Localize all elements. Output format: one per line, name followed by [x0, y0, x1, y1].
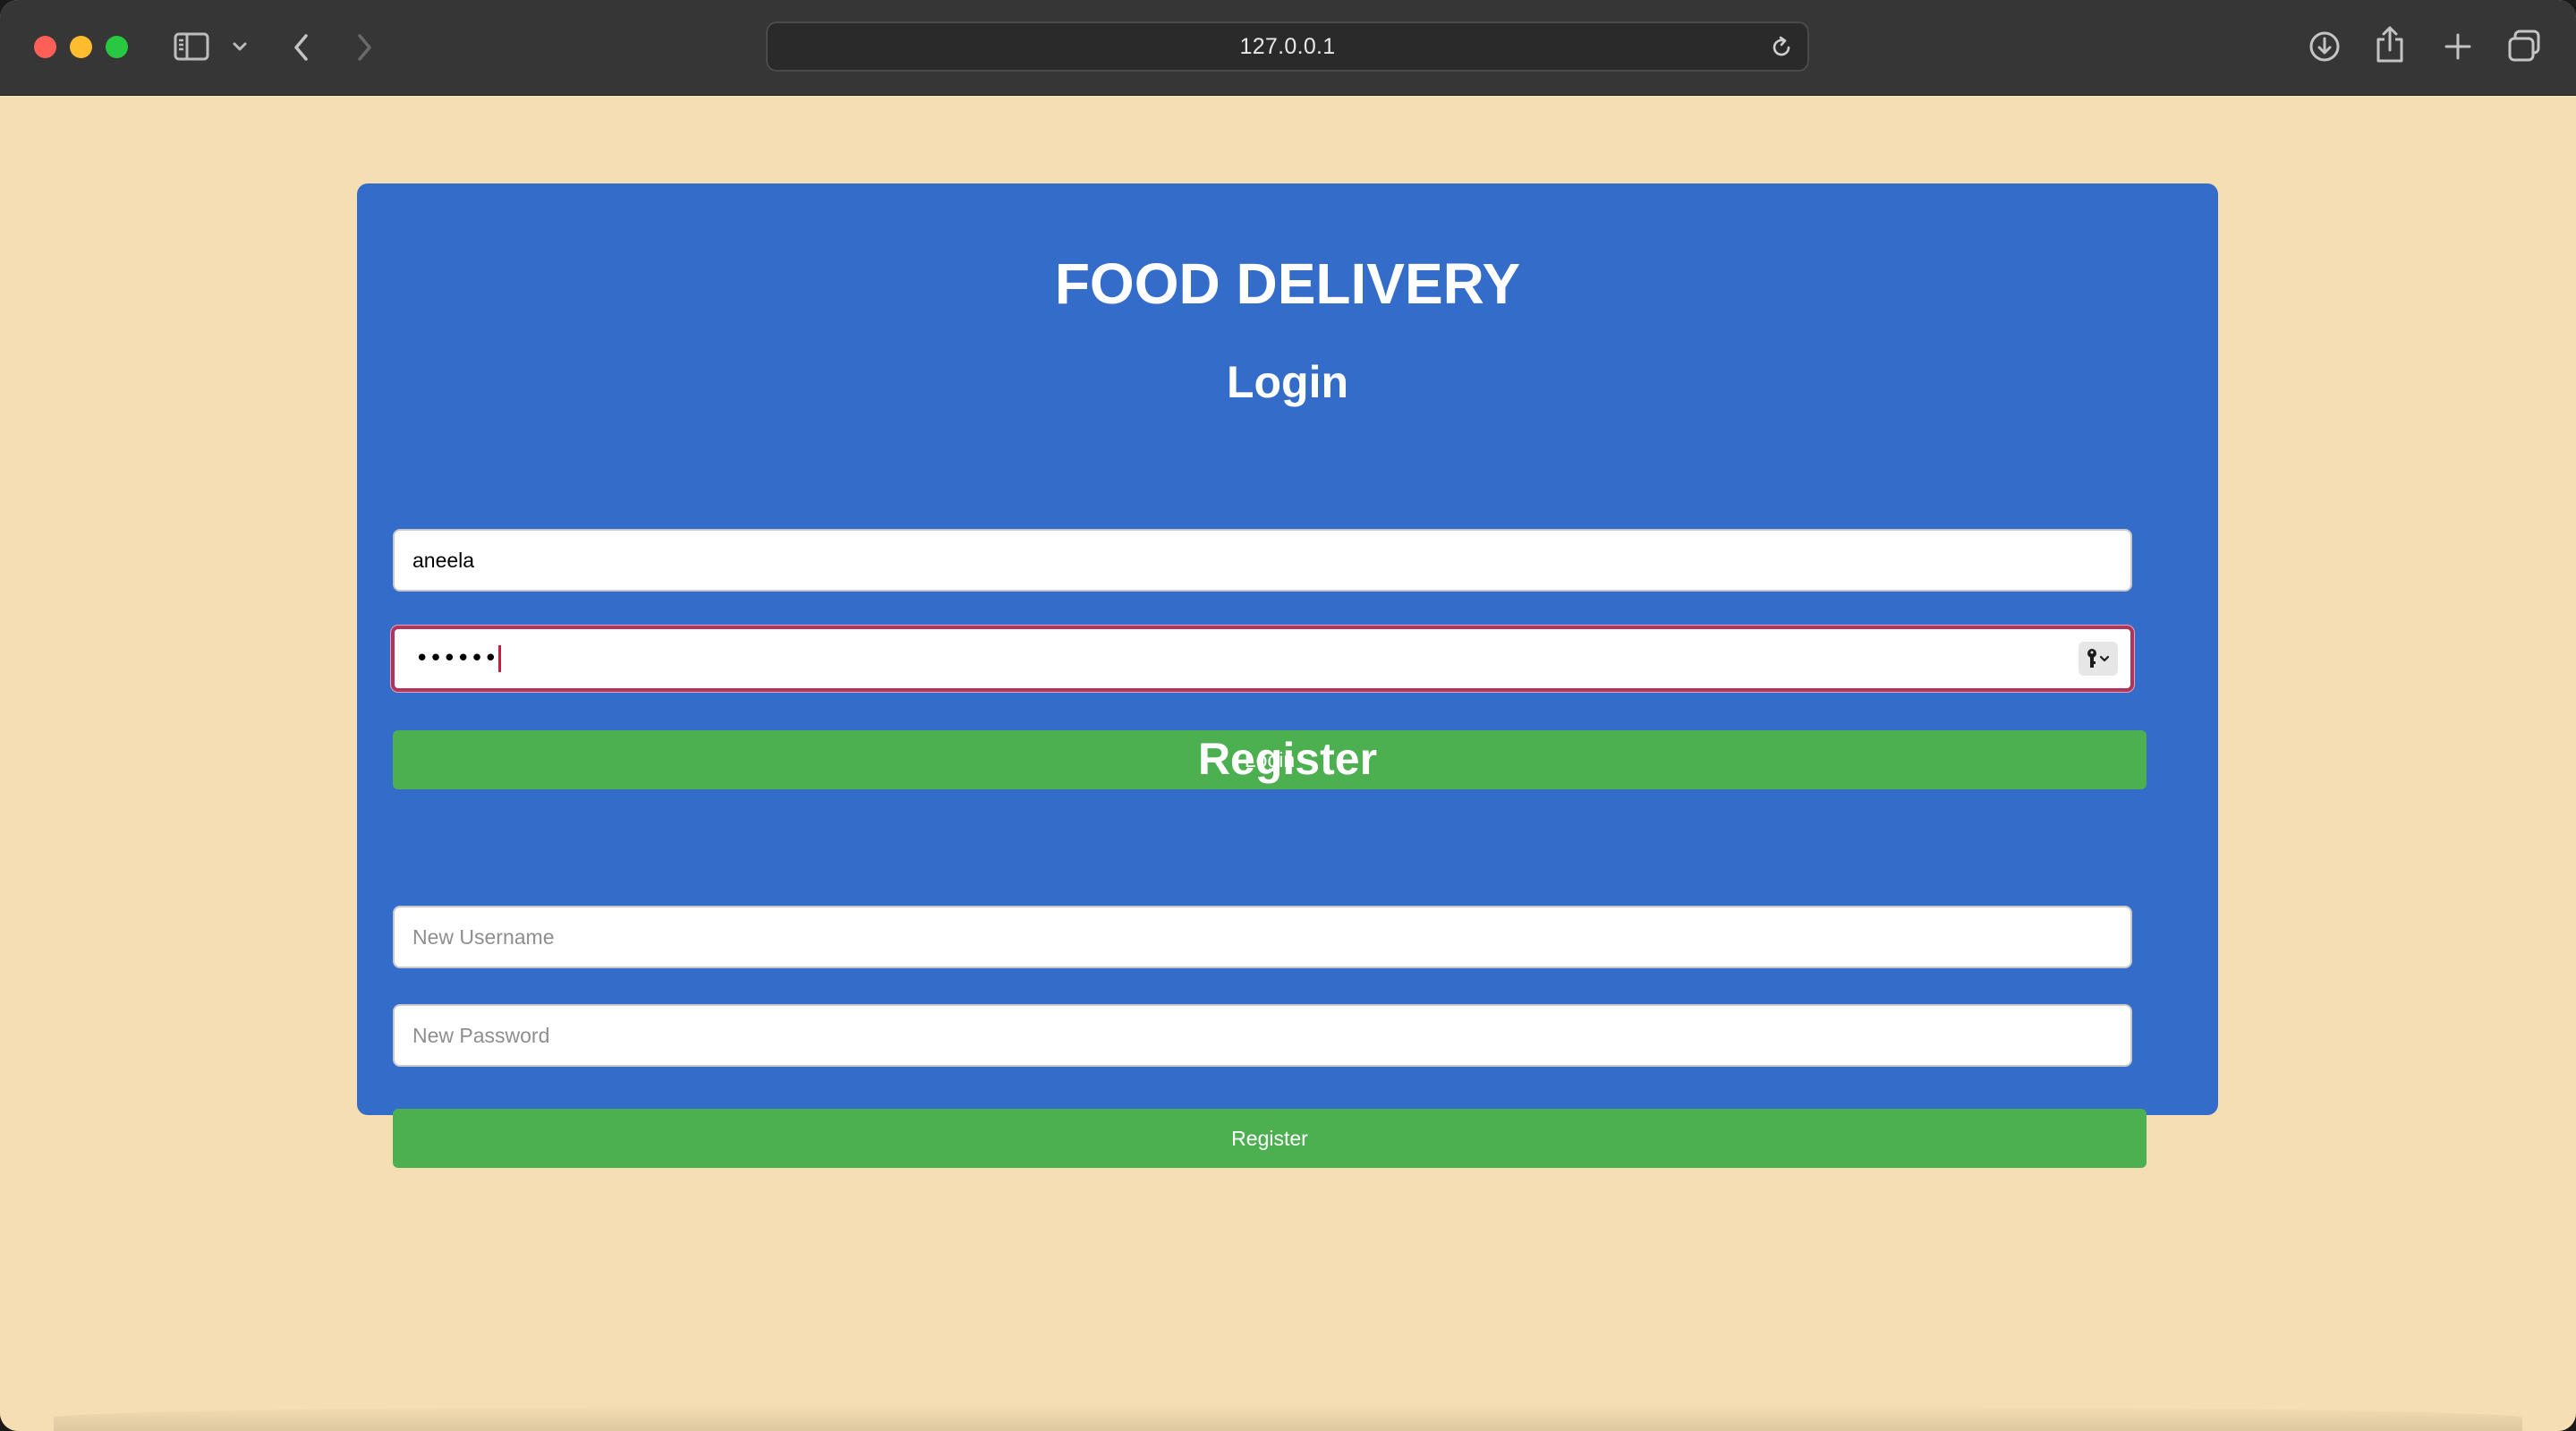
browser-toolbar: 127.0.0.1	[0, 0, 2576, 97]
zoom-window-button[interactable]	[106, 36, 128, 58]
auth-card: FOOD DELIVERY Login •••••• Log	[357, 183, 2218, 1168]
password-mask: ••••••	[415, 629, 502, 688]
address-bar[interactable]: 127.0.0.1	[766, 21, 1809, 72]
password-dots: ••••••	[415, 645, 498, 672]
register-button[interactable]: Register	[393, 1109, 2147, 1168]
plus-icon[interactable]	[2440, 29, 2476, 64]
download-icon[interactable]	[2307, 29, 2342, 64]
chevron-down-icon[interactable]	[229, 38, 251, 55]
address-text[interactable]: 127.0.0.1	[768, 23, 1807, 70]
chevron-right-icon[interactable]	[351, 30, 378, 65]
register-heading: Register	[1197, 734, 1378, 784]
page-viewport: FOOD DELIVERY Login •••••• Log	[0, 96, 2576, 1431]
new-password-input[interactable]	[393, 1004, 2132, 1067]
browser-window: 127.0.0.1 FOOD DELIVERY Login aneela •••…	[0, 0, 2576, 1431]
key-icon[interactable]	[2079, 642, 2118, 676]
window-bottom-shadow	[54, 1404, 2522, 1431]
minimize-window-button[interactable]	[70, 36, 92, 58]
new-username-input[interactable]	[393, 906, 2132, 968]
login-username-input[interactable]	[393, 529, 2132, 592]
reload-icon[interactable]	[1768, 34, 1795, 61]
text-caret	[498, 645, 502, 672]
app-title: FOOD DELIVERY	[1054, 251, 1521, 316]
chevron-left-icon[interactable]	[288, 30, 315, 65]
close-window-button[interactable]	[34, 36, 56, 58]
login-heading: Login	[1226, 357, 1349, 407]
tabs-icon[interactable]	[2505, 27, 2543, 64]
login-password-input[interactable]: ••••••	[391, 626, 2134, 692]
sidebar-icon[interactable]	[170, 30, 213, 64]
share-icon[interactable]	[2374, 24, 2406, 65]
